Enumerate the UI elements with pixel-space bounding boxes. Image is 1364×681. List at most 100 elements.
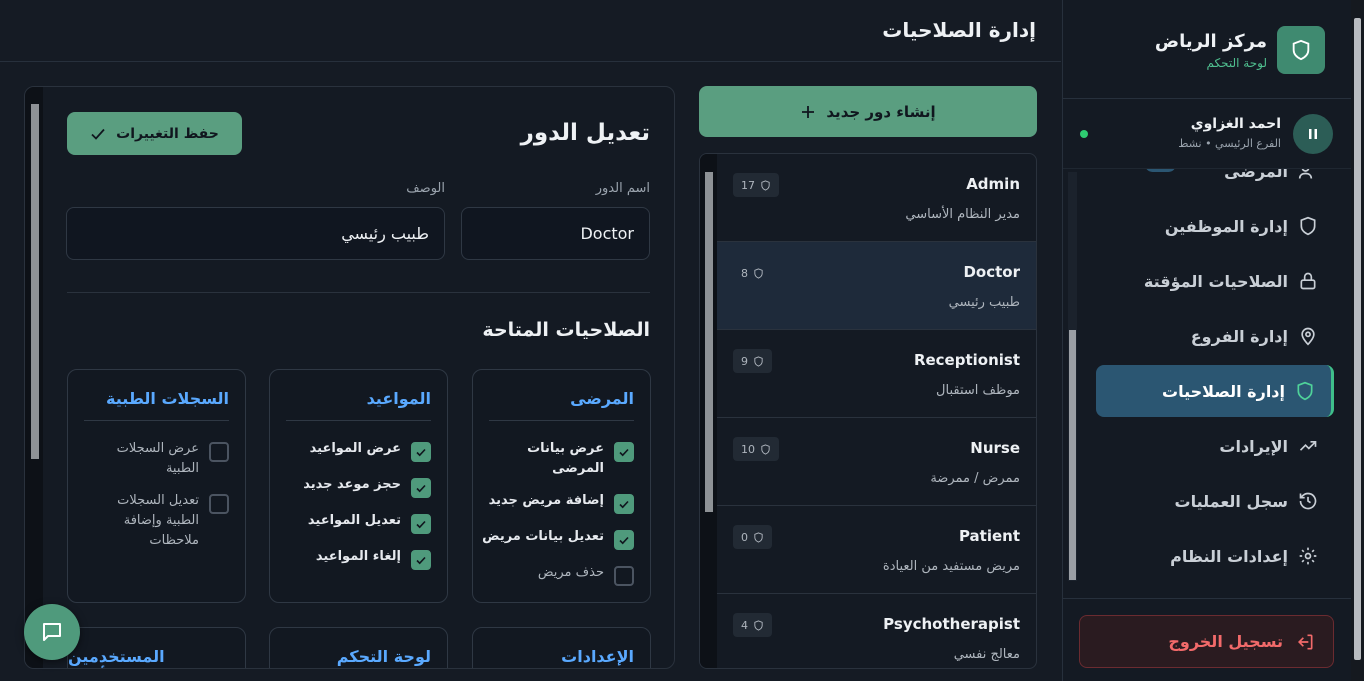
- role-description: مدير النظام الأساسي: [905, 207, 1020, 222]
- permission-label: عرض المواعيد: [309, 441, 401, 456]
- group-divider: [489, 420, 634, 421]
- sidebar-item-revenue[interactable]: الإيرادات: [1096, 420, 1334, 472]
- sidebar: مركز الرياض لوحة التحكم 41 المرضى إدارة …: [1062, 0, 1351, 681]
- permission-item[interactable]: حذف مريض: [538, 563, 634, 586]
- checkbox-unchecked[interactable]: [614, 566, 634, 586]
- page-scrollbar[interactable]: [1351, 0, 1364, 681]
- plus-icon: [802, 105, 815, 118]
- sidebar-item-activity-log[interactable]: سجل العمليات: [1096, 475, 1334, 527]
- sidebar-item-label: سجل العمليات: [1174, 491, 1288, 511]
- checkbox-checked[interactable]: [614, 494, 634, 514]
- role-item-admin[interactable]: Admin مدير النظام الأساسي 17: [717, 154, 1036, 242]
- shield-icon: [1277, 26, 1325, 74]
- pause-icon: [1309, 129, 1317, 139]
- permission-group-appointments: المواعيد عرض المواعيد حجز موعد جديد تعدي…: [269, 369, 448, 603]
- group-title: الإعدادات: [561, 647, 634, 666]
- group-divider: [286, 420, 431, 421]
- permission-item[interactable]: تعديل السجلات الطبية وإضافة ملاحظات: [99, 491, 229, 551]
- permission-item[interactable]: حجز موعد جديد: [303, 475, 431, 498]
- sidebar-item-permissions[interactable]: إدارة الصلاحيات: [1096, 365, 1334, 417]
- online-indicator: [1080, 130, 1088, 138]
- permission-item[interactable]: إضافة مريض جديد: [489, 491, 634, 514]
- shield-icon: [761, 443, 770, 455]
- permission-item[interactable]: تعديل المواعيد: [308, 511, 431, 534]
- map-pin-icon: [1301, 327, 1315, 346]
- sidebar-item-staff[interactable]: إدارة الموظفين: [1096, 200, 1334, 252]
- edit-panel-scrollbar[interactable]: [25, 87, 43, 668]
- sidebar-item-temp-permissions[interactable]: الصلاحيات المؤقتة: [1096, 255, 1334, 307]
- permission-label: إلغاء المواعيد: [315, 549, 401, 564]
- brand-subtitle: لوحة التحكم: [1206, 55, 1268, 70]
- role-description: مريض مستفيد من العيادة: [882, 559, 1020, 574]
- group-title: المرضى: [570, 389, 634, 408]
- checkbox-checked[interactable]: [411, 514, 431, 534]
- sidebar-item-system-settings[interactable]: إعدادات النظام: [1096, 530, 1334, 580]
- edit-role-panel: تعديل الدور حفظ التغييرات اسم الدور الوص…: [24, 86, 675, 669]
- role-item-doctor[interactable]: Doctor طبيب رئيسي 8: [717, 242, 1036, 330]
- role-name-label: اسم الدور: [595, 181, 650, 196]
- permission-label: عرض بيانات المرضى: [527, 441, 604, 476]
- role-user-count: 17: [733, 173, 779, 197]
- create-role-button[interactable]: إنشاء دور جديد: [699, 86, 1037, 137]
- sidebar-item-label: الإيرادات: [1219, 436, 1288, 456]
- permission-item[interactable]: تعديل بيانات مريض: [482, 527, 634, 550]
- permission-label: تعديل بيانات مريض: [482, 529, 604, 544]
- permission-item[interactable]: عرض السجلات الطبية: [99, 439, 229, 479]
- sidebar-item-label: إدارة الصلاحيات: [1162, 381, 1285, 401]
- chat-button[interactable]: [24, 604, 80, 660]
- checkbox-checked[interactable]: [411, 550, 431, 570]
- history-icon: [1299, 492, 1317, 510]
- trending-up-icon: [1299, 441, 1317, 451]
- permission-item[interactable]: عرض بيانات المرضى: [514, 439, 634, 479]
- permission-item[interactable]: عرض المواعيد: [310, 439, 431, 462]
- checkbox-checked[interactable]: [411, 478, 431, 498]
- shield-icon: [754, 619, 763, 631]
- avatar[interactable]: [1293, 114, 1333, 154]
- role-name: Doctor: [963, 263, 1020, 281]
- save-changes-button[interactable]: حفظ التغييرات: [67, 112, 242, 155]
- role-user-count: 8: [733, 261, 772, 285]
- role-description: معالج نفسي: [953, 647, 1020, 662]
- roles-list: Admin مدير النظام الأساسي 17 Doctor طبيب…: [699, 153, 1037, 669]
- group-title: المستخدمين والأدوار: [68, 647, 165, 668]
- logout-button[interactable]: تسجيل الخروج: [1079, 615, 1334, 668]
- divider: [1063, 598, 1351, 599]
- shield-icon: [754, 355, 763, 367]
- sidebar-item-branches[interactable]: إدارة الفروع: [1096, 310, 1334, 362]
- group-title: المواعيد: [366, 389, 431, 408]
- page-title: إدارة الصلاحيات: [882, 18, 1036, 42]
- logout-icon: [1297, 634, 1313, 649]
- permission-item[interactable]: إلغاء المواعيد: [316, 547, 431, 570]
- permission-group-patients: المرضى عرض بيانات المرضى إضافة مريض جديد…: [472, 369, 651, 603]
- checkbox-unchecked[interactable]: [209, 494, 229, 514]
- permission-label: حذف مريض: [537, 565, 604, 580]
- gear-icon: [1299, 547, 1317, 565]
- checkbox-checked[interactable]: [614, 530, 634, 550]
- role-item-psychotherapist[interactable]: Psychotherapist معالج نفسي 4: [717, 594, 1036, 668]
- shield-icon: [754, 531, 763, 543]
- role-name-value: Doctor: [580, 224, 634, 243]
- user-card[interactable]: احمد الغزاوي الفرع الرئيسي • نشط: [1063, 99, 1351, 169]
- checkbox-checked[interactable]: [411, 442, 431, 462]
- roles-scrollbar[interactable]: [700, 154, 717, 668]
- role-item-patient[interactable]: Patient مريض مستفيد من العيادة 0: [717, 506, 1036, 594]
- permission-label: تعديل السجلات الطبية وإضافة ملاحظات: [117, 493, 199, 548]
- permission-label: حجز موعد جديد: [303, 477, 401, 492]
- role-description: ممرض / ممرضة: [930, 471, 1020, 486]
- sidebar-scrollbar[interactable]: [1068, 172, 1077, 581]
- description-field[interactable]: طبيب رئيسي: [66, 207, 445, 260]
- description-value: طبيب رئيسي: [341, 224, 429, 243]
- checkbox-checked[interactable]: [614, 442, 634, 462]
- role-item-nurse[interactable]: Nurse ممرض / ممرضة 10: [717, 418, 1036, 506]
- role-item-receptionist[interactable]: Receptionist موظف استقبال 9: [717, 330, 1036, 418]
- permission-group-users-roles: المستخدمين والأدوار: [67, 627, 246, 668]
- checkbox-unchecked[interactable]: [209, 442, 229, 462]
- app-root: إدارة الصلاحيات تعديل الدور حفظ التغييرا…: [0, 0, 1364, 681]
- brand-title: مركز الرياض: [1154, 30, 1267, 52]
- role-name-field[interactable]: Doctor: [461, 207, 650, 260]
- group-divider: [84, 420, 229, 421]
- check-icon: [91, 128, 105, 140]
- role-description: طبيب رئيسي: [948, 295, 1020, 310]
- role-name: Psychotherapist: [883, 615, 1020, 633]
- role-user-count: 10: [733, 437, 779, 461]
